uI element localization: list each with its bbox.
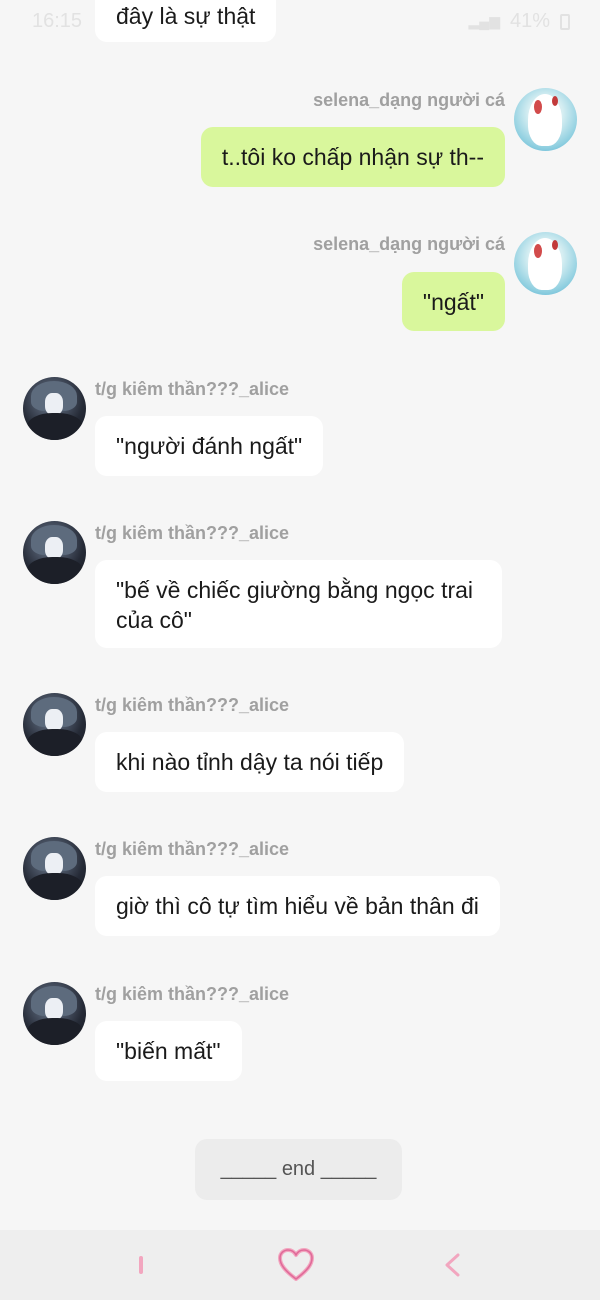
chat-screen: 16:15 ▂▄▆ 41% đây là sự thật selena_dạng… [0,0,600,1300]
avatar-coat [27,557,83,584]
alice-avatar[interactable] [23,693,86,756]
message-bubble[interactable]: giờ thì cô tự tìm hiểu về bản thân đi [95,876,500,936]
selena-avatar[interactable] [514,232,577,295]
message-bubble[interactable]: t..tôi ko chấp nhận sự th-- [200,127,505,187]
sender-name: selena_dạng người cá [313,234,505,254]
message-text: "ngất" [422,289,484,315]
avatar-coat [27,729,83,756]
message-text: đây là sự thật [116,3,256,29]
message-bubble[interactable]: khi nào tỉnh dậy ta nói tiếp [95,732,405,792]
alice-avatar[interactable] [23,521,86,584]
message-bubble[interactable]: "biến mất" [95,1021,242,1081]
avatar-coat [27,873,83,900]
avatar-accent [534,100,542,114]
battery-percent: 41% [509,10,550,32]
alice-avatar[interactable] [23,377,86,440]
end-marker-text: _____ end _____ [220,1158,377,1180]
sender-name: t/g kiêm thần???_alice [95,523,290,543]
status-time: 16:15 [32,10,83,32]
avatar-face [45,537,63,559]
message-text: "biến mất" [116,1038,221,1064]
heart-home-icon[interactable] [278,1248,314,1282]
alice-avatar[interactable] [23,982,86,1045]
avatar-coat [27,413,83,440]
back-chevron-icon[interactable] [440,1252,464,1278]
status-right: ▂▄▆ 41% [469,10,570,33]
message-bubble[interactable]: "ngất" [401,272,505,331]
message-bubble[interactable]: "người đánh ngất" [95,416,324,476]
avatar-face [45,853,63,875]
signal-icon: ▂▄▆ [468,13,500,29]
avatar-coat [27,1018,83,1045]
alice-avatar[interactable] [23,837,86,900]
sender-name: selena_dạng người cá [313,90,505,110]
message-text: t..tôi ko chấp nhận sự th-- [221,144,484,170]
avatar-accent [552,96,558,106]
message-text: "bế về chiếc giường bằng ngọc trai của c… [116,577,474,633]
avatar-accent [534,244,542,258]
avatar-face [45,998,63,1020]
recent-apps-icon[interactable] [139,1256,143,1274]
avatar-face [45,709,63,731]
message-text: giờ thì cô tự tìm hiểu về bản thân đi [116,893,479,919]
message-bubble[interactable]: "bế về chiếc giường bằng ngọc trai của c… [95,560,502,648]
sender-name: t/g kiêm thần???_alice [95,839,290,859]
message-text: khi nào tỉnh dậy ta nói tiếp [116,749,384,775]
message-bubble[interactable]: đây là sự thật [95,0,277,42]
end-marker: _____ end _____ [195,1139,402,1200]
avatar-face [45,393,63,415]
sender-name: t/g kiêm thần???_alice [95,984,290,1004]
battery-icon [560,13,570,30]
sender-name: t/g kiêm thần???_alice [95,695,290,715]
avatar-accent [552,240,558,250]
status-bar: 16:15 ▂▄▆ 41% [0,0,600,40]
sender-name: t/g kiêm thần???_alice [95,379,290,399]
selena-avatar[interactable] [514,88,577,151]
message-text: "người đánh ngất" [116,433,303,459]
bottom-navigation-bar [0,1230,600,1300]
